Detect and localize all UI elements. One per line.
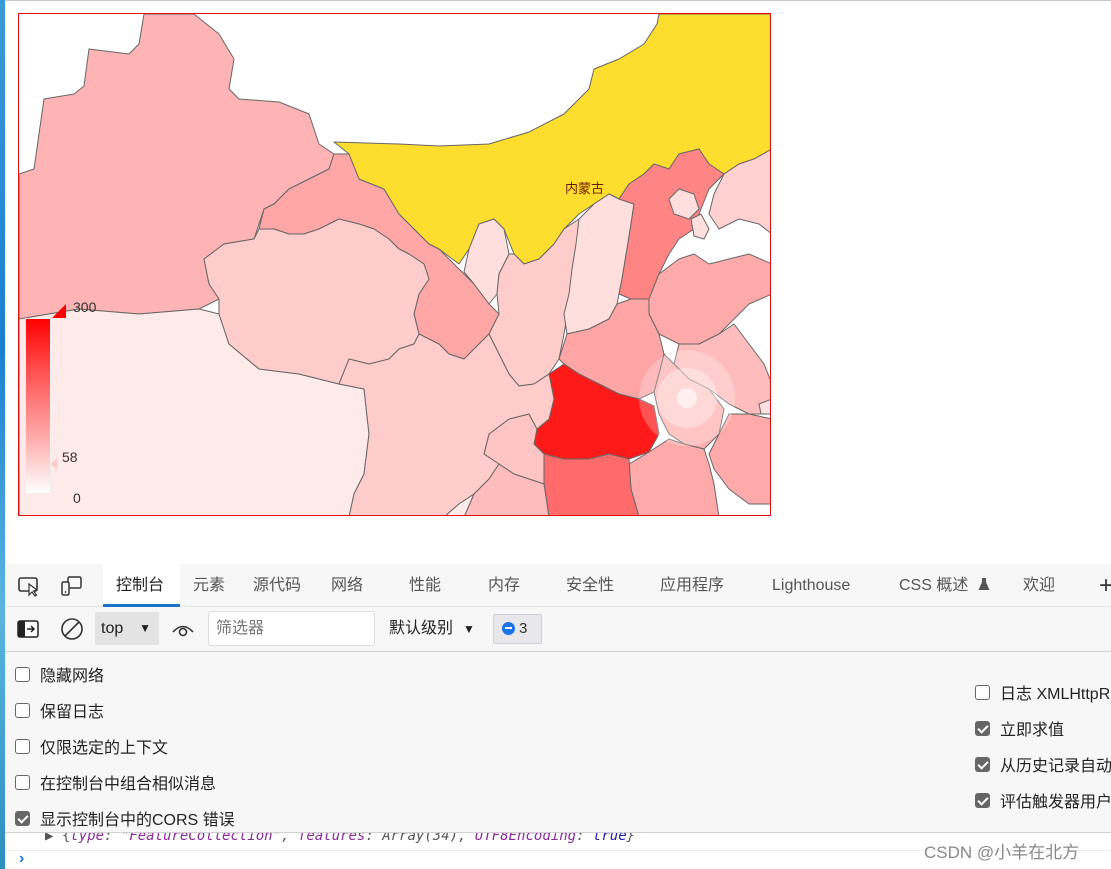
tab-css-overview-label: CSS 概述 (899, 577, 969, 594)
log-value: true (592, 832, 627, 844)
setting-label: 在控制台中组合相似消息 (40, 776, 217, 793)
devtools-tabbar: 控制台 元素 源代码 网络 性能 内存 安全性 应用程序 Lighthouse … (5, 564, 1111, 607)
log-value: "FeatureCollection" (120, 832, 282, 844)
log-key: features (297, 832, 366, 844)
caret-down-icon: ▼ (463, 622, 475, 636)
log-level-selector[interactable]: 默认级别 ▼ (389, 612, 475, 645)
setting-log-xhr[interactable]: 日志 XMLHttpRequests (975, 680, 1111, 704)
checkbox[interactable] (975, 684, 990, 700)
clear-console-icon[interactable] (60, 617, 84, 641)
region-tianjin[interactable] (690, 213, 710, 240)
inspect-element-icon[interactable] (17, 575, 41, 597)
show-sidebar-icon[interactable] (17, 618, 39, 640)
log-brace: } (626, 832, 636, 844)
legend-current-label: 58 (62, 449, 78, 465)
message-bubble-icon (502, 622, 515, 635)
setting-label: 仅限选定的上下文 (40, 740, 169, 757)
console-toolbar: top ▼ 默认级别 ▼ 3 (5, 607, 1111, 652)
add-tab-button[interactable]: + (1099, 564, 1111, 607)
watermark: CSDN @小羊在北方 (924, 843, 1080, 862)
setting-label: 显示控制台中的CORS 错误 (40, 812, 235, 829)
log-value: Array(34) (382, 832, 459, 844)
page-viewport: 内蒙古 300 58 0 (5, 1, 1111, 564)
tab-network[interactable]: 网络 (331, 564, 363, 607)
tab-security[interactable]: 安全性 (566, 564, 614, 607)
live-expression-eye-icon[interactable] (171, 618, 195, 640)
issues-count-badge[interactable]: 3 (493, 614, 542, 644)
setting-label: 日志 XMLHttpRequests (1000, 686, 1111, 703)
checkbox-checked[interactable] (975, 756, 990, 772)
tab-lighthouse[interactable]: Lighthouse (772, 564, 850, 607)
setting-user-activation[interactable]: 评估触发器用户激活 (975, 788, 1111, 812)
setting-group-similar[interactable]: 在控制台中组合相似消息 (15, 770, 216, 794)
setting-show-cors-errors[interactable]: 显示控制台中的CORS 错误 (15, 806, 235, 830)
filter-input[interactable] (208, 611, 375, 646)
map-svg (19, 14, 771, 516)
visual-map-gradient-bar[interactable] (25, 318, 51, 494)
setting-label: 立即求值 (1000, 722, 1065, 739)
ripple-core (677, 388, 697, 408)
setting-label: 隐藏网络 (40, 668, 105, 685)
issues-count: 3 (519, 620, 528, 637)
tab-console[interactable]: 控制台 (103, 564, 180, 607)
context-selector[interactable]: top ▼ (95, 612, 159, 645)
tab-performance[interactable]: 性能 (409, 564, 441, 607)
checkbox-checked[interactable] (975, 720, 990, 736)
checkbox-checked[interactable] (975, 792, 990, 808)
prompt-chevron-icon: › (19, 850, 25, 867)
log-level-value: 默认级别 (389, 620, 454, 637)
experiment-flask-icon (978, 565, 990, 609)
device-toolbar-icon[interactable] (59, 574, 83, 598)
setting-preserve-log[interactable]: 保留日志 (15, 698, 104, 722)
checkbox[interactable] (15, 738, 30, 754)
setting-label: 从历史记录自动完成 (1000, 758, 1111, 775)
setting-selected-context-only[interactable]: 仅限选定的上下文 (15, 734, 168, 758)
tab-css-overview[interactable]: CSS 概述 (899, 564, 990, 607)
log-key: type (70, 832, 105, 844)
checkbox[interactable] (15, 666, 30, 682)
legend-min-label: 0 (73, 490, 81, 506)
expand-triangle-icon[interactable]: ▶ { (45, 833, 70, 844)
caret-down-icon: ▼ (139, 621, 151, 635)
setting-label: 评估触发器用户激活 (1000, 794, 1111, 811)
tab-sources[interactable]: 源代码 (253, 564, 301, 607)
setting-label: 保留日志 (40, 704, 105, 721)
context-selector-value: top (101, 620, 124, 637)
setting-eager-evaluation[interactable]: 立即求值 (975, 716, 1064, 740)
log-key: UTF8Encoding (474, 832, 577, 844)
tab-application[interactable]: 应用程序 (660, 564, 724, 607)
region-hunan[interactable] (543, 453, 639, 516)
china-map-chart[interactable]: 内蒙古 300 58 0 (18, 13, 771, 516)
tab-welcome[interactable]: 欢迎 (1023, 564, 1055, 607)
tab-elements[interactable]: 元素 (193, 564, 225, 607)
setting-hide-network[interactable]: 隐藏网络 (15, 662, 104, 686)
label-inner-mongolia: 内蒙古 (565, 181, 605, 196)
log-object-preview[interactable]: ▶ {type: "FeatureCollection", features: … (45, 832, 636, 844)
console-settings-pane: 隐藏网络 保留日志 仅限选定的上下文 在控制台中组合相似消息 显示控制台中的CO… (5, 652, 1111, 832)
region-shandong[interactable] (648, 253, 771, 345)
checkbox-checked[interactable] (15, 810, 30, 826)
checkbox[interactable] (15, 702, 30, 718)
devtools-panel: 控制台 元素 源代码 网络 性能 内存 安全性 应用程序 Lighthouse … (5, 564, 1111, 869)
tab-memory[interactable]: 内存 (488, 564, 520, 607)
legend-max-label: 300 (73, 299, 97, 315)
setting-autocomplete-history[interactable]: 从历史记录自动完成 (975, 752, 1111, 776)
checkbox[interactable] (15, 774, 30, 790)
